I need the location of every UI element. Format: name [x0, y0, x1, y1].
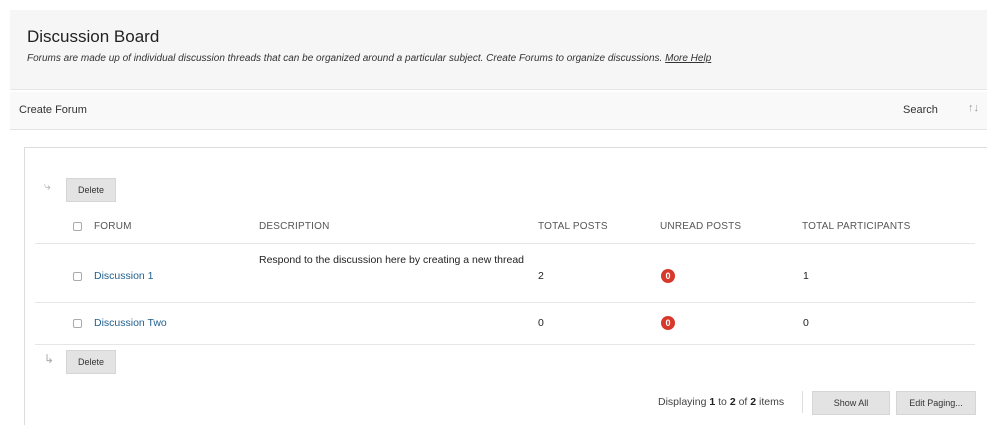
total-participants: 1 — [803, 270, 809, 282]
page-instructions-text: Forums are made up of individual discuss… — [27, 53, 663, 64]
row-divider — [35, 344, 975, 345]
paging-suffix: items — [759, 396, 785, 408]
paging-to: 2 — [729, 396, 736, 408]
page-header: Discussion Board Forums are made up of i… — [10, 10, 987, 90]
forum-link[interactable]: Discussion Two — [94, 317, 167, 329]
column-header-total-posts[interactable]: TOTAL POSTS — [538, 221, 608, 232]
forum-description: Respond to the discussion here by creati… — [259, 254, 524, 266]
paging-of-word: of — [738, 396, 748, 408]
paging-to-word: to — [718, 396, 727, 408]
search-button[interactable]: Search — [903, 104, 938, 116]
more-help-link[interactable]: More Help — [665, 53, 711, 64]
delete-button-bottom[interactable]: Delete — [66, 350, 116, 374]
unread-posts-badge[interactable]: 0 — [661, 269, 675, 283]
delete-button-top[interactable]: Delete — [66, 178, 116, 202]
forum-link[interactable]: Discussion 1 — [94, 270, 154, 282]
total-participants: 0 — [803, 317, 809, 329]
action-bar: Create Forum Search ↑↓ — [10, 92, 987, 130]
column-header-description[interactable]: DESCRIPTION — [259, 221, 330, 232]
paging-separator — [802, 391, 803, 413]
column-header-total-participants[interactable]: TOTAL PARTICIPANTS — [802, 221, 910, 232]
paging-from: 1 — [709, 396, 716, 408]
row-checkbox[interactable] — [73, 272, 82, 281]
paging-prefix: Displaying — [658, 396, 707, 408]
select-all-checkbox[interactable] — [73, 222, 82, 231]
paging-status: Displaying 1 to 2 of 2 items — [658, 396, 784, 408]
sort-arrows-icon[interactable]: ↑↓ — [968, 102, 979, 114]
column-header-forum[interactable]: FORUM — [94, 221, 132, 232]
edit-paging-button[interactable]: Edit Paging... — [896, 391, 976, 415]
bottom-action-arrow-icon: ↳ — [44, 352, 55, 366]
header-divider — [35, 243, 975, 244]
forum-list-panel — [24, 147, 987, 425]
page-title: Discussion Board — [27, 27, 160, 46]
show-all-button[interactable]: Show All — [812, 391, 890, 415]
total-posts: 0 — [538, 317, 544, 329]
row-checkbox[interactable] — [73, 319, 82, 328]
top-action-arrow-icon: ⤷ — [44, 179, 51, 193]
unread-posts-badge[interactable]: 0 — [661, 316, 675, 330]
page-instructions: Forums are made up of individual discuss… — [27, 53, 711, 64]
create-forum-button[interactable]: Create Forum — [19, 104, 87, 116]
column-header-unread-posts[interactable]: UNREAD POSTS — [660, 221, 741, 232]
paging-total: 2 — [750, 396, 757, 408]
row-divider — [35, 302, 975, 303]
total-posts: 2 — [538, 270, 544, 282]
